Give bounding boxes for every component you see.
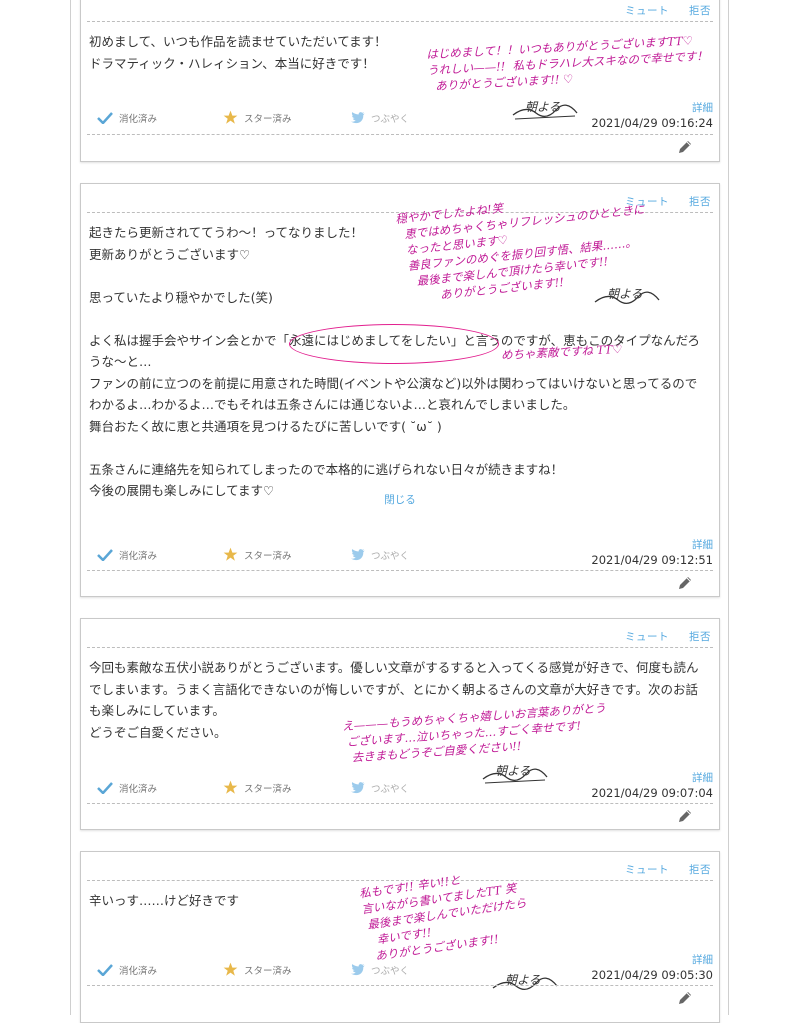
- timestamp: 2021/04/29 09:16:24: [591, 116, 713, 130]
- message-card: ミュート 拒否 起きたら更新されててうわ〜！ってなりました！ 更新ありがとうござ…: [80, 183, 720, 597]
- tweet-action[interactable]: つぶやく: [351, 548, 409, 562]
- pencil-icon[interactable]: [677, 575, 693, 591]
- digested-action[interactable]: 消化済み: [97, 548, 157, 562]
- signature-text: 朝よる: [525, 100, 561, 114]
- tweet-action[interactable]: つぶやく: [351, 111, 409, 125]
- reject-button[interactable]: 拒否: [689, 194, 711, 209]
- divider: [87, 647, 713, 648]
- divider: [87, 570, 713, 571]
- tweet-action[interactable]: つぶやく: [351, 963, 409, 977]
- signature-text: 朝よる: [607, 287, 643, 301]
- timestamp: 2021/04/29 09:12:51: [591, 553, 713, 567]
- close-link[interactable]: 閉じる: [81, 492, 719, 507]
- signature-text: 朝よる: [495, 764, 531, 778]
- message-card: ミュート 拒否 初めまして、いつも作品を読ませていただいてます！ ドラマティック…: [80, 0, 720, 162]
- star-icon: [223, 780, 238, 794]
- signature: 朝よる: [491, 973, 561, 1000]
- tweet-label: つぶやく: [371, 784, 410, 795]
- tweet-action[interactable]: つぶやく: [351, 781, 409, 795]
- twitter-bird-icon: [351, 549, 365, 561]
- detail-link[interactable]: 詳細: [692, 770, 713, 785]
- twitter-bird-icon: [351, 112, 365, 124]
- left-page-border: [70, 0, 71, 1015]
- star-icon: [223, 110, 238, 124]
- digested-action[interactable]: 消化済み: [97, 963, 157, 977]
- check-icon: [97, 549, 113, 561]
- right-page-border: [728, 0, 729, 1015]
- twitter-bird-icon: [351, 782, 365, 794]
- digested-label: 消化済み: [119, 551, 158, 562]
- digested-label: 消化済み: [119, 114, 158, 125]
- check-icon: [97, 782, 113, 794]
- detail-link[interactable]: 詳細: [692, 952, 713, 967]
- star-action[interactable]: スター済み: [223, 547, 292, 562]
- check-icon: [97, 112, 113, 124]
- divider: [87, 134, 713, 135]
- detail-link[interactable]: 詳細: [692, 100, 713, 115]
- twitter-bird-icon: [351, 964, 365, 976]
- star-label: スター済み: [244, 783, 292, 795]
- star-label: スター済み: [244, 550, 292, 562]
- tweet-label: つぶやく: [371, 114, 410, 125]
- star-action[interactable]: スター済み: [223, 780, 292, 795]
- pencil-icon[interactable]: [677, 808, 693, 824]
- reject-button[interactable]: 拒否: [689, 3, 711, 18]
- star-label: スター済み: [244, 965, 292, 977]
- star-label: スター済み: [244, 113, 292, 125]
- digested-label: 消化済み: [119, 784, 158, 795]
- mute-button[interactable]: ミュート: [625, 629, 669, 644]
- pencil-icon[interactable]: [677, 139, 693, 155]
- mute-button[interactable]: ミュート: [625, 862, 669, 877]
- star-icon: [223, 962, 238, 976]
- digested-action[interactable]: 消化済み: [97, 111, 157, 125]
- timestamp: 2021/04/29 09:07:04: [591, 786, 713, 800]
- digested-label: 消化済み: [119, 966, 158, 977]
- signature: 朝よる: [511, 100, 581, 127]
- handwritten-reply: 私もです!! 辛い!!と 言いながら書いてましたTT 笑 最後まで楽しんでいただ…: [358, 872, 528, 965]
- timestamp: 2021/04/29 09:05:30: [591, 968, 713, 982]
- star-action[interactable]: スター済み: [223, 110, 292, 125]
- tweet-label: つぶやく: [371, 966, 410, 977]
- star-action[interactable]: スター済み: [223, 962, 292, 977]
- message-card: ミュート 拒否 辛いっす……けど好きです 私もです!! 辛い!!と 言いながら書…: [80, 851, 720, 1023]
- star-icon: [223, 547, 238, 561]
- divider: [87, 985, 713, 986]
- tweet-label: つぶやく: [371, 551, 410, 562]
- divider: [87, 803, 713, 804]
- signature: 朝よる: [593, 287, 663, 314]
- highlight-oval: [289, 324, 499, 364]
- message-card: ミュート 拒否 今回も素敵な五伏小説ありがとうございます。優しい文章がするすると…: [80, 618, 720, 830]
- digested-action[interactable]: 消化済み: [97, 781, 157, 795]
- detail-link[interactable]: 詳細: [692, 537, 713, 552]
- check-icon: [97, 964, 113, 976]
- pencil-icon[interactable]: [677, 990, 693, 1006]
- mute-button[interactable]: ミュート: [625, 3, 669, 18]
- divider: [87, 21, 713, 22]
- signature: 朝よる: [481, 764, 551, 791]
- reject-button[interactable]: 拒否: [689, 629, 711, 644]
- reject-button[interactable]: 拒否: [689, 862, 711, 877]
